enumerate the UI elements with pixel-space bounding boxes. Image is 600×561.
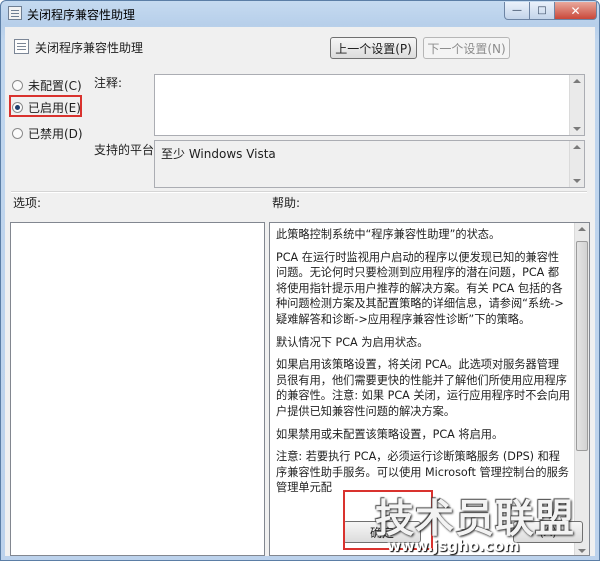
platform-field: 至少 Windows Vista — [154, 140, 585, 188]
platform-scrollbar[interactable] — [569, 141, 584, 187]
help-paragraph: PCA 在运行时监视用户启动的程序以便发现已知的兼容性问题。无论何时只要检测到应… — [276, 250, 564, 326]
policy-title: 关闭程序兼容性助理 — [35, 41, 144, 55]
comment-label: 注释: — [94, 76, 123, 90]
enabled-highlight-box — [9, 95, 82, 117]
comment-scrollbar[interactable] — [569, 75, 584, 135]
watermark-url: www.jsgho.com — [387, 537, 520, 555]
help-text: 此策略控制系统中“程序兼容性助理”的状态。 PCA 在运行时监视用户启动的程序以… — [276, 227, 570, 503]
radio-label-not-configured: 未配置(C) — [28, 78, 82, 93]
radio-circle-not-configured[interactable] — [12, 79, 23, 91]
previous-setting-button[interactable]: 上一个设置(P) — [330, 37, 417, 59]
watermark-text: 技术员联盟 — [375, 497, 576, 542]
help-label: 帮助: — [272, 196, 301, 210]
platform-label: 支持的平台: — [94, 143, 159, 157]
site-watermark: 技术员联盟 www.jsgho.com — [367, 488, 595, 558]
help-paragraph: 如果启用该策略设置，将关闭 PCA。此选项对服务器管理员很有用，他们需要更快的性… — [276, 358, 570, 418]
title-bar[interactable]: 关闭程序兼容性助理 — □ ✕ — [1, 1, 599, 27]
close-button[interactable]: ✕ — [554, 2, 597, 20]
minimize-button[interactable]: — — [504, 2, 530, 20]
radio-disabled[interactable]: 已禁用(D) — [12, 124, 83, 142]
maximize-button[interactable]: □ — [529, 2, 555, 20]
next-setting-button[interactable]: 下一个设置(N) — [423, 37, 510, 59]
section-divider — [11, 191, 587, 193]
radio-circle-disabled[interactable] — [12, 127, 23, 139]
radio-not-configured[interactable]: 未配置(C) — [12, 76, 82, 94]
help-paragraph: 此策略控制系统中“程序兼容性助理”的状态。 — [276, 228, 501, 241]
options-panel — [10, 222, 265, 556]
scroll-up-icon[interactable] — [573, 145, 581, 149]
policy-window-icon — [8, 6, 22, 20]
policy-window: 关闭程序兼容性助理 — □ ✕ 关闭程序兼容性助理 上一个设置(P) 下一个设置… — [0, 0, 600, 561]
help-scroll-thumb[interactable] — [576, 241, 588, 451]
help-paragraph: 默认情况下 PCA 为启用状态。 — [276, 335, 429, 349]
scroll-down-icon[interactable] — [573, 127, 581, 131]
options-label: 选项: — [13, 196, 42, 210]
scroll-up-icon[interactable] — [578, 227, 586, 231]
policy-setting-icon — [14, 39, 29, 54]
help-paragraph: 如果禁用或未配置该策略设置，PCA 将启用。 — [276, 427, 504, 441]
window-title: 关闭程序兼容性助理 — [27, 8, 136, 22]
dialog-body: 关闭程序兼容性助理 上一个设置(P) 下一个设置(N) 未配置(C) 已启用(E… — [5, 27, 595, 556]
radio-label-disabled: 已禁用(D) — [28, 126, 83, 141]
scroll-up-icon[interactable] — [573, 79, 581, 83]
scroll-down-icon[interactable] — [573, 179, 581, 183]
platform-value: 至少 Windows Vista — [161, 147, 276, 161]
comment-textarea[interactable] — [154, 74, 585, 136]
